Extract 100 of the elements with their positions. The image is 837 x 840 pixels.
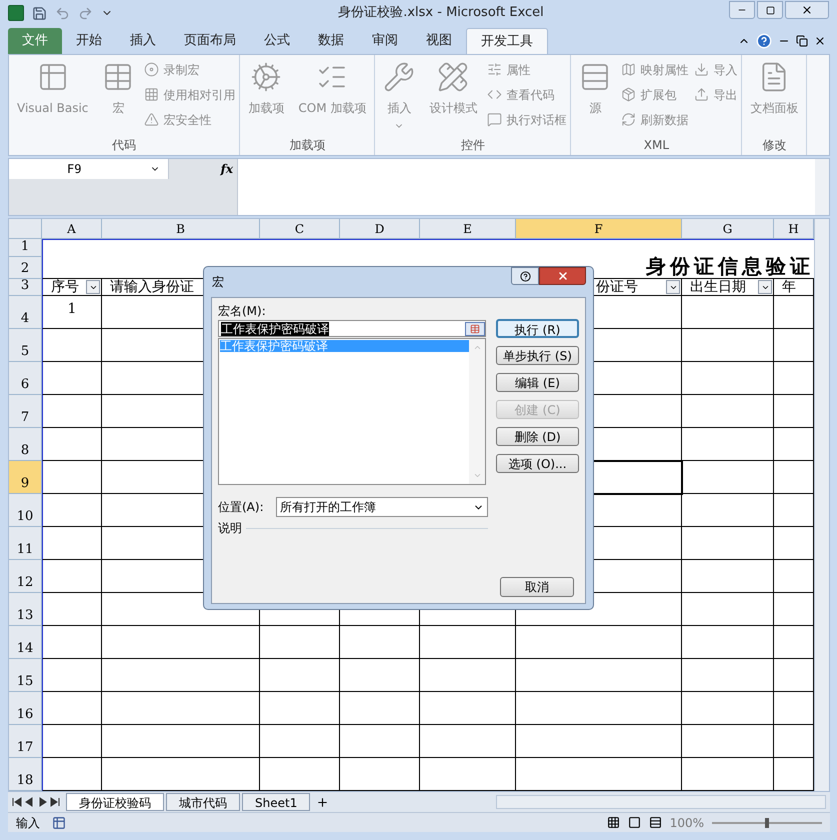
table-cell[interactable] (260, 725, 340, 758)
sheet-tab[interactable]: 城市代码 (166, 793, 240, 811)
table-cell[interactable] (42, 395, 102, 428)
table-cell[interactable] (42, 494, 102, 527)
close-button[interactable] (785, 1, 829, 19)
filter-dropdown[interactable] (86, 280, 100, 294)
row-header[interactable]: 17 (9, 725, 42, 758)
table-cell[interactable] (42, 428, 102, 461)
table-cell[interactable] (102, 725, 260, 758)
rows-icon[interactable] (648, 816, 662, 829)
list-scrollbar[interactable] (469, 339, 485, 484)
ribbon-tab[interactable]: 页面布局 (170, 28, 250, 54)
ribbon-tab[interactable]: 审阅 (358, 28, 412, 54)
table-cell[interactable] (340, 692, 420, 725)
page-icon[interactable] (628, 816, 641, 829)
table-cell[interactable] (682, 395, 774, 428)
row-header[interactable]: 18 (9, 758, 42, 791)
row-header[interactable]: 16 (9, 692, 42, 725)
help-icon[interactable] (756, 33, 772, 49)
sheet-tab[interactable]: Sheet1 (242, 793, 310, 811)
table-cell[interactable] (102, 692, 260, 725)
table-cell[interactable] (102, 758, 260, 791)
column-header[interactable]: D (340, 219, 420, 239)
dialog-button[interactable]: 删除 (D) (496, 427, 579, 446)
horizontal-scrollbar[interactable] (496, 795, 826, 809)
table-cell[interactable] (260, 659, 340, 692)
row-header[interactable]: 14 (9, 626, 42, 659)
table-cell[interactable] (42, 659, 102, 692)
table-cell[interactable] (42, 362, 102, 395)
ribbon-tab[interactable]: 开始 (62, 28, 116, 54)
table-cell[interactable] (260, 758, 340, 791)
column-header[interactable]: F (516, 219, 682, 239)
row-header[interactable]: 5 (9, 329, 42, 362)
row-header[interactable]: 13 (9, 593, 42, 626)
column-header[interactable]: C (260, 219, 340, 239)
table-cell[interactable] (682, 362, 774, 395)
dialog-button[interactable]: 单步执行 (S) (496, 346, 579, 365)
formula-scrollbar[interactable] (815, 159, 829, 215)
table-cell[interactable] (516, 659, 682, 692)
table-cell[interactable] (102, 626, 260, 659)
row-header[interactable]: 15 (9, 659, 42, 692)
row-header[interactable]: 4 (9, 296, 42, 329)
filter-dropdown[interactable] (758, 280, 772, 294)
row-header[interactable]: 6 (9, 362, 42, 395)
table-cell[interactable] (42, 758, 102, 791)
filter-dropdown[interactable] (666, 280, 680, 294)
table-cell[interactable] (42, 626, 102, 659)
dialog-button[interactable]: 编辑 (E) (496, 373, 579, 392)
table-cell[interactable] (682, 527, 774, 560)
location-dropdown[interactable]: 所有打开的工作簿 (276, 497, 488, 517)
column-header[interactable]: H (774, 219, 814, 239)
table-cell[interactable] (682, 494, 774, 527)
table-cell[interactable] (420, 692, 516, 725)
table-cell[interactable] (42, 329, 102, 362)
dialog-button[interactable]: 执行 (R) (496, 319, 579, 338)
row-header[interactable]: 8 (9, 428, 42, 461)
ribbon-tab[interactable]: 视图 (412, 28, 466, 54)
plus-icon[interactable] (316, 796, 330, 808)
table-cell[interactable] (260, 692, 340, 725)
table-cell[interactable] (516, 758, 682, 791)
table-cell[interactable] (420, 626, 516, 659)
column-header[interactable]: G (682, 219, 774, 239)
table-cell[interactable] (682, 593, 774, 626)
row-header[interactable]: 12 (9, 560, 42, 593)
ribbon-tab[interactable]: 公式 (250, 28, 304, 54)
slider-thumb[interactable] (765, 818, 769, 828)
table-cell[interactable] (682, 626, 774, 659)
table-cell[interactable] (516, 692, 682, 725)
table-cell[interactable] (420, 659, 516, 692)
table-cell[interactable] (682, 725, 774, 758)
table-cell[interactable] (682, 758, 774, 791)
table-cell[interactable] (682, 428, 774, 461)
close-icon[interactable] (814, 35, 826, 47)
table-cell[interactable] (102, 659, 260, 692)
table-cell[interactable] (516, 626, 682, 659)
table-cell[interactable] (420, 758, 516, 791)
table-cell[interactable] (516, 725, 682, 758)
table-cell[interactable] (42, 560, 102, 593)
grid-icon[interactable] (606, 816, 620, 829)
table-cell[interactable] (682, 659, 774, 692)
table-cell[interactable] (260, 626, 340, 659)
insert-function-button[interactable]: fx (220, 160, 233, 178)
ribbon-tab[interactable]: 数据 (304, 28, 358, 54)
zoom-slider[interactable] (712, 818, 822, 828)
row-header[interactable]: 2 (9, 257, 42, 279)
column-header[interactable]: A (42, 219, 102, 239)
table-icon[interactable] (52, 816, 66, 830)
row-header[interactable]: 9 (9, 461, 42, 494)
table-cell[interactable] (42, 692, 102, 725)
vertical-scrollbar[interactable] (814, 219, 829, 791)
sheet-tab[interactable]: 身份证校验码 (66, 793, 164, 811)
table-cell[interactable] (682, 296, 774, 329)
table-cell[interactable] (682, 461, 774, 494)
row-header[interactable]: 11 (9, 527, 42, 560)
row-header[interactable]: 10 (9, 494, 42, 527)
table-cell[interactable] (682, 692, 774, 725)
table-cell[interactable] (340, 659, 420, 692)
maximize-button[interactable] (757, 1, 783, 19)
file-tab[interactable]: 文件 (8, 28, 62, 54)
column-header[interactable]: E (420, 219, 516, 239)
